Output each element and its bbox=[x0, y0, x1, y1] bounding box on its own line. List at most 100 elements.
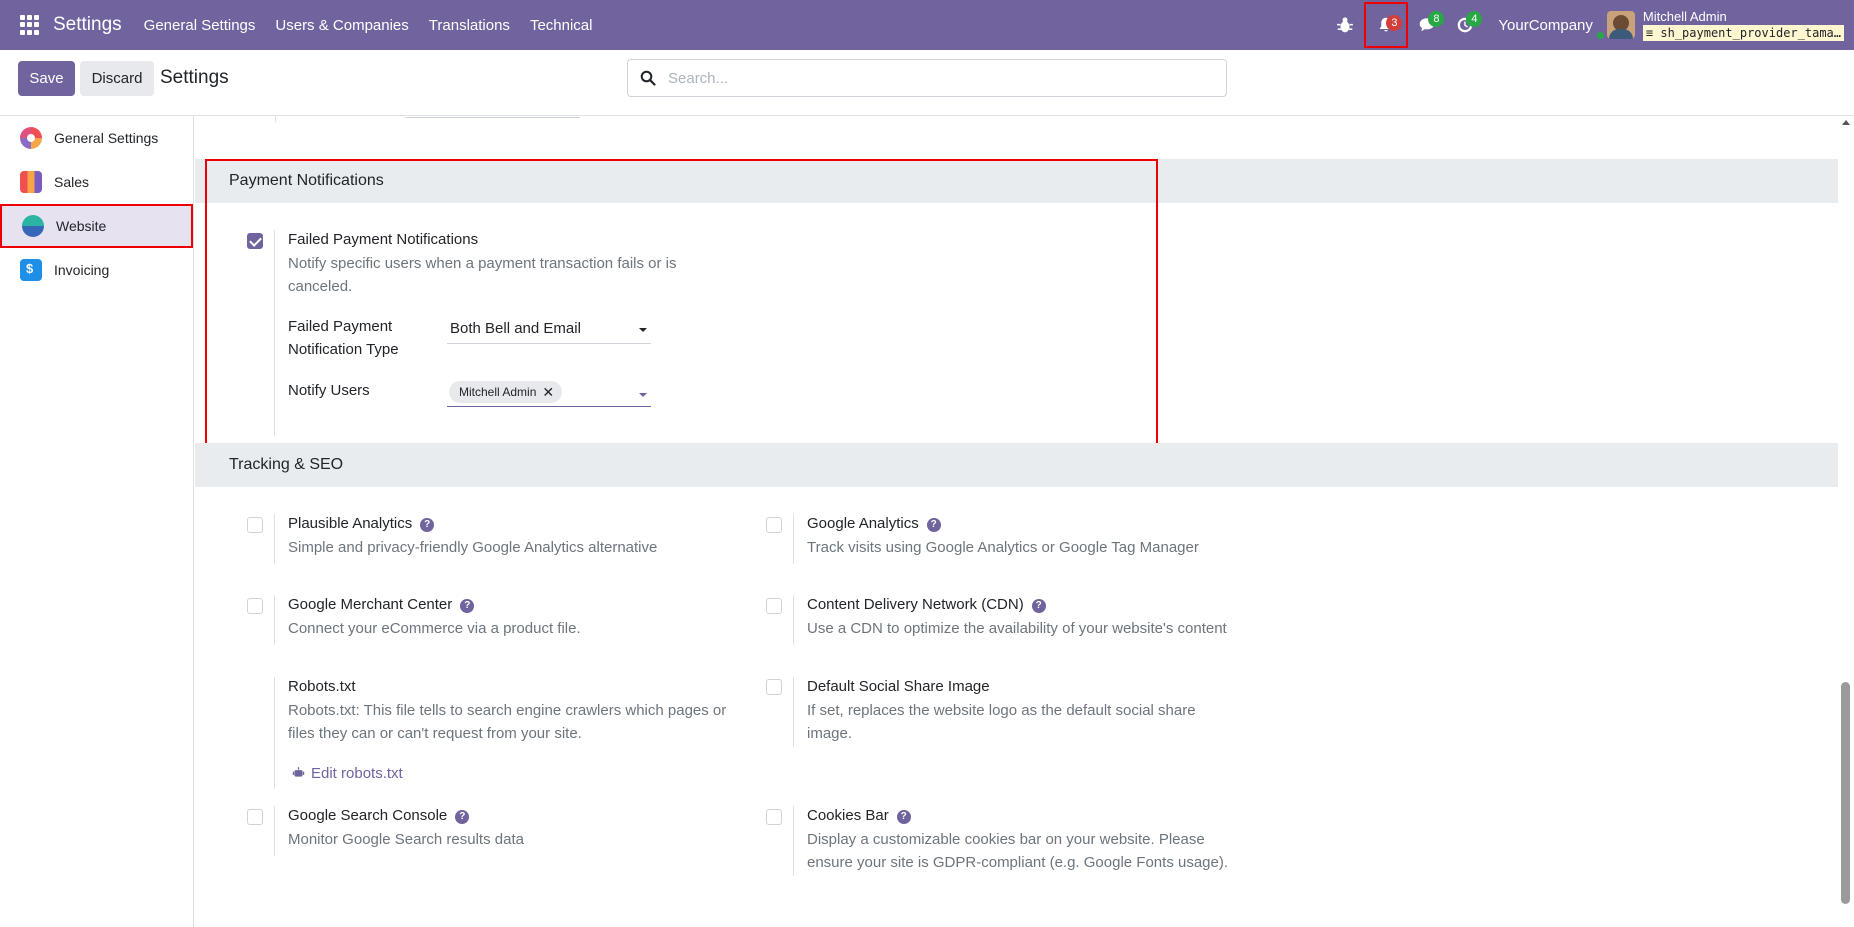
top-navbar: Settings General Settings Users & Compan… bbox=[0, 0, 1854, 50]
notifications-bell-button[interactable]: 3 bbox=[1364, 2, 1409, 48]
messages-button[interactable]: 8 bbox=[1408, 0, 1446, 50]
messages-count-badge: 8 bbox=[1428, 11, 1445, 27]
discard-button[interactable]: Discard bbox=[80, 61, 154, 96]
apps-menu-icon[interactable] bbox=[20, 15, 40, 35]
google-merchant-center-title: Google Merchant Center? bbox=[288, 596, 475, 613]
plausible-analytics-checkbox[interactable] bbox=[247, 517, 263, 533]
sidebar-item-invoicing[interactable]: Invoicing bbox=[0, 248, 193, 292]
notify-users-field[interactable]: Mitchell Admin ✕ bbox=[447, 379, 651, 407]
sidebar-item-general-settings[interactable]: General Settings bbox=[0, 116, 193, 160]
setting-title: Google Search Console bbox=[288, 807, 448, 824]
help-icon[interactable]: ? bbox=[926, 518, 941, 532]
cdn-desc: Use a CDN to optimize the availability o… bbox=[807, 620, 1227, 637]
failed-payment-notifications-desc: Notify specific users when a payment tra… bbox=[288, 255, 677, 295]
divider bbox=[793, 595, 794, 645]
user-avatar[interactable] bbox=[1606, 11, 1635, 39]
notify-users-label: Notify Users bbox=[288, 382, 370, 399]
setting-title: Plausible Analytics bbox=[288, 515, 413, 532]
scroll-thumb[interactable] bbox=[1841, 682, 1850, 904]
google-merchant-center-checkbox[interactable] bbox=[247, 598, 263, 614]
vertical-scrollbar[interactable] bbox=[1838, 116, 1854, 927]
help-icon[interactable]: ? bbox=[1031, 599, 1046, 613]
robots-txt-desc: Robots.txt: This file tells to search en… bbox=[288, 702, 727, 742]
sidebar-item-label: Website bbox=[56, 218, 107, 234]
divider bbox=[274, 677, 275, 789]
company-switcher[interactable]: YourCompany bbox=[1498, 17, 1593, 34]
divider bbox=[793, 514, 794, 564]
sidebar-item-website[interactable]: Website bbox=[0, 204, 193, 248]
menu-users-companies[interactable]: Users & Companies bbox=[275, 17, 408, 34]
activities-count-badge: 4 bbox=[1466, 11, 1483, 27]
help-icon[interactable]: ? bbox=[460, 599, 475, 613]
google-search-console-desc: Monitor Google Search results data bbox=[288, 831, 524, 848]
default-social-share-image-checkbox[interactable] bbox=[766, 679, 782, 695]
help-icon[interactable]: ? bbox=[420, 518, 435, 532]
default-social-share-image-title: Default Social Share Image bbox=[807, 678, 990, 695]
edit-robots-txt-label: Edit robots.txt bbox=[311, 765, 403, 782]
scroll-up-arrow-icon[interactable] bbox=[1842, 120, 1850, 125]
invoicing-icon bbox=[20, 259, 42, 281]
notifications-count-badge: 3 bbox=[1386, 15, 1403, 31]
save-button[interactable]: Save bbox=[18, 61, 75, 96]
menu-general-settings[interactable]: General Settings bbox=[144, 17, 256, 34]
robot-icon bbox=[292, 767, 305, 777]
google-search-console-checkbox[interactable] bbox=[247, 809, 263, 825]
setting-title: Google Merchant Center bbox=[288, 596, 453, 613]
database-name-text: sh_payment_provider_tama… bbox=[1660, 25, 1841, 40]
failed-payment-notifications-checkbox[interactable] bbox=[247, 233, 263, 249]
plausible-analytics-title: Plausible Analytics? bbox=[288, 515, 435, 532]
google-search-console-title: Google Search Console? bbox=[288, 807, 470, 824]
menu-technical[interactable]: Technical bbox=[530, 17, 593, 34]
sidebar-item-label: General Settings bbox=[54, 130, 159, 146]
divider bbox=[274, 230, 275, 436]
sidebar-item-sales[interactable]: Sales bbox=[0, 160, 193, 204]
search-input[interactable] bbox=[668, 69, 1188, 87]
user-menu[interactable]: Mitchell Admin ≡ sh_payment_provider_tam… bbox=[1642, 9, 1844, 41]
cdn-checkbox[interactable] bbox=[766, 598, 782, 614]
google-analytics-checkbox[interactable] bbox=[766, 517, 782, 533]
notification-type-label: Failed Payment Notification Type bbox=[288, 318, 399, 358]
general-settings-icon bbox=[20, 127, 42, 149]
failed-payment-notifications-title: Failed Payment Notifications bbox=[288, 231, 479, 248]
setting-title: Cookies Bar bbox=[807, 807, 889, 824]
robots-txt-title: Robots.txt bbox=[288, 678, 356, 695]
sidebar-item-label: Invoicing bbox=[54, 262, 110, 278]
settings-sidebar: General Settings Sales Website Invoicing bbox=[0, 116, 194, 927]
help-icon[interactable]: ? bbox=[455, 810, 470, 824]
website-icon bbox=[22, 215, 44, 237]
payment-notifications-highlight bbox=[205, 159, 1158, 445]
google-analytics-title: Google Analytics? bbox=[807, 515, 941, 532]
default-social-share-image-desc: If set, replaces the website logo as the… bbox=[807, 702, 1196, 742]
user-tag-label: Mitchell Admin bbox=[459, 385, 537, 399]
control-panel: Save Discard Settings bbox=[0, 50, 1854, 116]
notification-type-value: Both Bell and Email bbox=[450, 320, 581, 337]
plausible-analytics-desc: Simple and privacy-friendly Google Analy… bbox=[288, 539, 658, 556]
section-heading-tracking-seo: Tracking & SEO bbox=[195, 443, 1838, 487]
debug-bug-icon[interactable] bbox=[1326, 0, 1364, 50]
divider bbox=[793, 677, 794, 747]
close-icon[interactable]: ✕ bbox=[542, 385, 554, 399]
google-merchant-center-desc: Connect your eCommerce via a product fil… bbox=[288, 620, 581, 637]
help-icon[interactable]: ? bbox=[896, 810, 911, 824]
google-analytics-desc: Track visits using Google Analytics or G… bbox=[807, 539, 1199, 556]
setting-title: Content Delivery Network (CDN) bbox=[807, 596, 1024, 613]
search-icon bbox=[640, 70, 656, 86]
menu-translations[interactable]: Translations bbox=[429, 17, 510, 34]
cookies-bar-checkbox[interactable] bbox=[766, 809, 782, 825]
search-box[interactable] bbox=[627, 59, 1227, 97]
edit-robots-txt-link[interactable]: Edit robots.txt bbox=[292, 765, 403, 782]
sidebar-item-label: Sales bbox=[54, 174, 90, 190]
systray: 3 8 4 YourCompany Mitchell Admin ≡ sh_pa… bbox=[1326, 0, 1854, 50]
notification-type-select[interactable]: Both Bell and Email bbox=[447, 316, 651, 344]
divider bbox=[793, 806, 794, 876]
chevron-down-icon bbox=[639, 328, 647, 332]
truncated-field bbox=[405, 116, 580, 118]
divider bbox=[274, 514, 275, 564]
user-tag: Mitchell Admin ✕ bbox=[449, 381, 563, 403]
activities-button[interactable]: 4 bbox=[1446, 0, 1484, 50]
app-brand[interactable]: Settings bbox=[53, 14, 122, 36]
cookies-bar-desc: Display a customizable cookies bar on yo… bbox=[807, 831, 1229, 871]
database-name: ≡ sh_payment_provider_tama… bbox=[1642, 24, 1844, 41]
cookies-bar-title: Cookies Bar? bbox=[807, 807, 911, 824]
settings-content: Payment Notifications Failed Payment Not… bbox=[195, 116, 1838, 927]
